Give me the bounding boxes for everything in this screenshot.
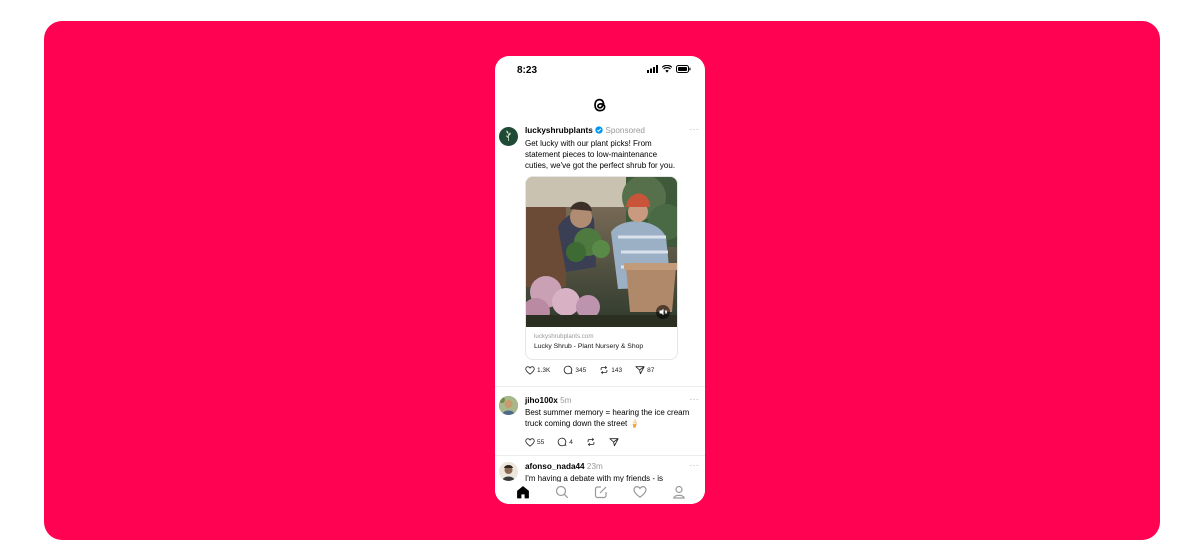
post-text-line: statement pieces to low-maintenance	[525, 150, 658, 160]
repost-icon	[587, 437, 595, 447]
heart-icon	[525, 437, 535, 447]
avatar[interactable]	[499, 396, 518, 415]
link-title[interactable]: Lucky Shrub - Plant Nursery & Shop	[534, 343, 643, 350]
repost-icon	[600, 365, 608, 375]
profile-icon[interactable]	[672, 485, 686, 499]
threads-logo-icon[interactable]	[591, 96, 609, 114]
reply-count: 345	[575, 366, 587, 374]
like-count: 1.3K	[537, 366, 551, 374]
post-text-line: cuties, we've got the perfect shrub for …	[525, 161, 676, 171]
post-actions: 1.3K 345 143 87	[525, 365, 667, 375]
reply-button[interactable]: 345	[563, 365, 586, 375]
avatar[interactable]	[499, 462, 518, 481]
sponsored-label: Sponsored	[605, 126, 645, 135]
post-text: Get lucky with our plant picks! From sta…	[525, 138, 701, 172]
username[interactable]: luckyshrubplants	[525, 126, 593, 135]
like-count: 55	[537, 438, 545, 446]
heart-icon	[525, 365, 535, 375]
bottom-nav	[495, 482, 705, 504]
reply-button[interactable]: 4	[557, 437, 573, 447]
link-domain[interactable]: luckyshrubplants.com	[534, 333, 594, 340]
post-text-line: Best summer memory = hearing the ice cre…	[525, 408, 690, 417]
gardening-photo[interactable]	[526, 177, 677, 327]
like-button[interactable]: 55	[525, 437, 545, 447]
post-header: jiho100x 5m	[525, 396, 571, 405]
post-text: Best summer memory = hearing the ice cre…	[525, 407, 701, 429]
status-time: 8:23	[517, 65, 538, 76]
search-icon[interactable]	[555, 485, 569, 499]
heart-icon[interactable]	[633, 485, 647, 499]
repost-count: 143	[611, 366, 623, 374]
like-button[interactable]: 1.3K	[525, 365, 551, 375]
post-time: 5m	[560, 396, 572, 405]
post-time: 23m	[586, 462, 603, 471]
send-icon	[609, 438, 619, 447]
status-bar: 8:23	[495, 56, 705, 86]
system-icons	[647, 65, 691, 73]
compose-icon[interactable]	[594, 485, 608, 499]
post-text-line: truck coming down the street 🍦	[525, 419, 640, 429]
more-options-button[interactable]: ···	[690, 461, 700, 470]
battery-icon	[676, 65, 691, 73]
signal-icon	[647, 65, 658, 73]
phone-screen: 8:23 luckyshrubplants Sponsored ··· Get …	[495, 56, 705, 504]
post-header: afonso_nada44 23m	[525, 462, 603, 471]
repost-button[interactable]	[586, 437, 596, 447]
send-icon	[635, 366, 645, 375]
divider	[495, 455, 705, 456]
comment-icon	[557, 437, 567, 447]
divider	[495, 386, 705, 387]
verified-badge-icon	[595, 126, 603, 134]
mute-button[interactable]	[656, 305, 670, 319]
comment-icon	[564, 365, 573, 375]
repost-button[interactable]: 143	[599, 365, 622, 375]
reply-count: 4	[569, 438, 573, 446]
avatar[interactable]	[499, 127, 518, 146]
ad-media-card[interactable]: luckyshrubplants.com Lucky Shrub - Plant…	[525, 176, 678, 360]
username[interactable]: jiho100x	[525, 396, 558, 405]
speaker-muted-icon	[659, 308, 668, 316]
post-header: luckyshrubplants Sponsored	[525, 126, 645, 135]
share-count: 87	[647, 366, 655, 374]
post-actions: 55 4	[525, 437, 632, 447]
username[interactable]: afonso_nada44	[525, 462, 585, 471]
more-options-button[interactable]: ···	[690, 125, 700, 134]
share-button[interactable]	[609, 437, 619, 447]
more-options-button[interactable]: ···	[690, 395, 700, 404]
wifi-icon	[662, 65, 672, 73]
home-icon[interactable]	[516, 485, 530, 499]
share-button[interactable]: 87	[635, 365, 654, 375]
post-text-line: Get lucky with our plant picks! From	[525, 139, 652, 148]
